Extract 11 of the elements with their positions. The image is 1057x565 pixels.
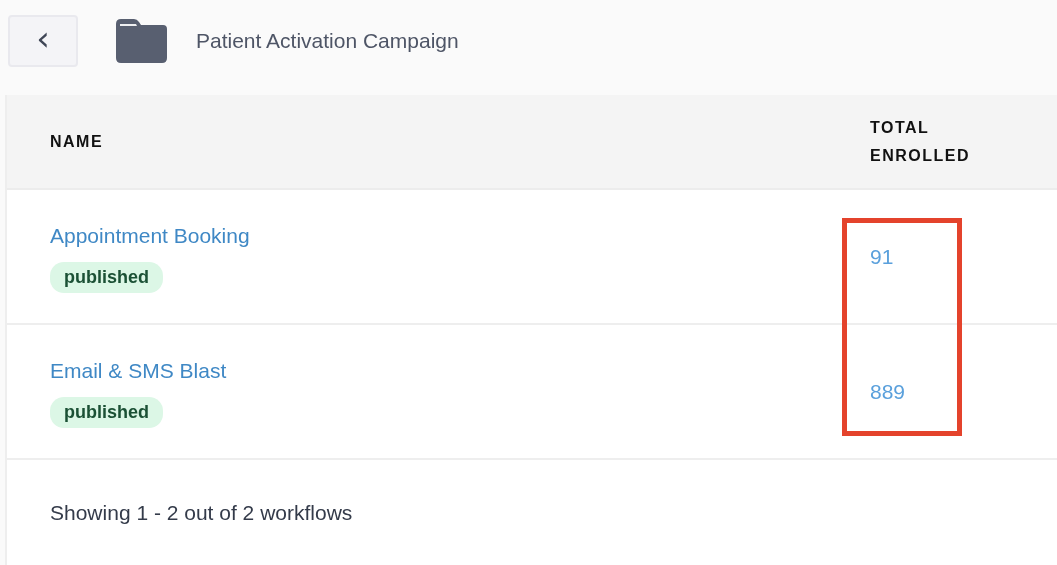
status-badge: published <box>50 262 163 293</box>
status-badge: published <box>50 397 163 428</box>
enrolled-count[interactable]: 91 <box>870 244 894 268</box>
workflow-link[interactable]: Email & SMS Blast <box>50 359 227 383</box>
enrolled-count[interactable]: 889 <box>870 379 906 403</box>
back-button[interactable]: ‹ <box>8 14 78 67</box>
workflow-link[interactable]: Appointment Booking <box>50 224 250 248</box>
page-title: Patient Activation Campaign <box>196 28 459 53</box>
column-header: TOTAL ENROLLED <box>870 117 971 166</box>
column-header: NAME <box>50 132 104 150</box>
pagination-summary: Showing 1 - 2 out of 2 workflows <box>50 500 353 525</box>
